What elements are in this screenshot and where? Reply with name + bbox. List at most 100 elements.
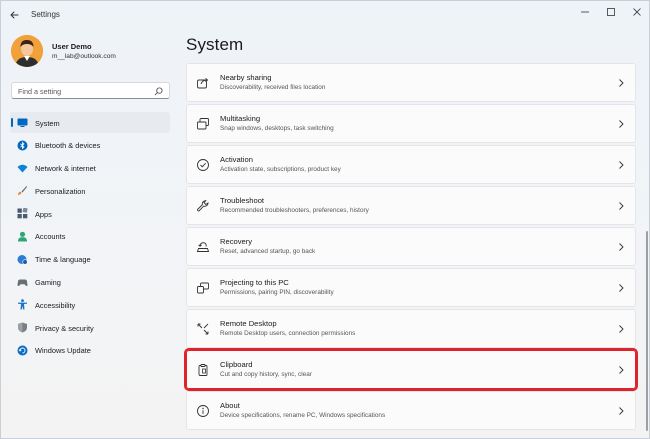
person-icon [17, 231, 28, 242]
card-projecting[interactable]: Projecting to this PC Permissions, pairi… [186, 268, 636, 307]
close-button[interactable] [626, 5, 648, 19]
card-clipboard[interactable]: Clipboard Cut and copy history, sync, cl… [184, 348, 638, 391]
check-circle-icon [196, 158, 210, 172]
sidebar-item-label: Windows Update [35, 346, 91, 356]
wrench-icon [196, 199, 210, 213]
multitask-icon [196, 117, 210, 131]
share-icon [196, 76, 210, 90]
avatar[interactable] [11, 35, 43, 67]
chevron-right-icon [619, 161, 624, 169]
sidebar-item-gaming[interactable]: Gaming [10, 272, 170, 293]
sidebar-item-personalization[interactable]: Personalization [10, 180, 170, 201]
maximize-icon [607, 8, 615, 16]
card-title: Clipboard [220, 360, 253, 369]
monitor-icon [17, 117, 28, 128]
sidebar-item-label: Time & language [35, 255, 91, 265]
sidebar-item-label: Apps [35, 209, 52, 219]
user-name: User Demo [52, 42, 92, 51]
card-description: Permissions, pairing PIN, discoverabilit… [220, 289, 334, 296]
bluetooth-icon [17, 140, 28, 151]
card-title: Activation [220, 155, 253, 164]
settings-list: Nearby sharing Discoverability, received… [184, 63, 638, 432]
sidebar-item-label: Personalization [35, 186, 86, 196]
card-title: Multitasking [220, 114, 261, 123]
card-title: Remote Desktop [220, 319, 277, 328]
info-icon [196, 404, 210, 418]
recovery-icon [196, 240, 210, 254]
back-arrow-icon [10, 11, 19, 19]
card-activation[interactable]: Activation Activation state, subscriptio… [186, 145, 636, 184]
user-avatar-icon [11, 35, 43, 67]
card-title: Troubleshoot [220, 196, 265, 205]
sidebar-item-time-language[interactable]: Time & language [10, 249, 170, 270]
clipboard-icon [196, 363, 210, 377]
chevron-right-icon [619, 79, 624, 87]
card-title: Projecting to this PC [220, 278, 289, 287]
sidebar-item-label: Gaming [35, 278, 61, 288]
sidebar-item-label: Network & internet [35, 164, 96, 174]
chevron-right-icon [619, 325, 624, 333]
globe-clock-icon [17, 254, 28, 265]
card-description: Activation state, subscriptions, product… [220, 166, 341, 173]
wifi-icon [17, 163, 28, 174]
sidebar-item-label: Privacy & security [35, 323, 94, 333]
search-input[interactable] [18, 86, 148, 97]
sidebar-item-accessibility[interactable]: Accessibility [10, 294, 170, 315]
chevron-right-icon [619, 120, 624, 128]
chevron-right-icon [619, 407, 624, 415]
title-bar: Settings [1, 1, 649, 29]
minimize-icon [581, 11, 589, 13]
window-title: Settings [31, 10, 60, 19]
sidebar-item-windows-update[interactable]: Windows Update [10, 340, 170, 361]
chevron-right-icon [619, 243, 624, 251]
accessibility-icon [17, 299, 28, 310]
page-title: System [186, 35, 244, 54]
scrollbar[interactable] [646, 231, 648, 431]
card-recovery[interactable]: Recovery Reset, advanced startup, go bac… [186, 227, 636, 266]
sidebar-item-apps[interactable]: Apps [10, 203, 170, 224]
settings-window: Settings User Demo m__lab@outlook.com Fi… [0, 0, 650, 439]
card-description: Snap windows, desktops, task switching [220, 125, 334, 132]
minimize-button[interactable] [574, 5, 596, 19]
sidebar-item-privacy[interactable]: Privacy & security [10, 317, 170, 338]
brush-icon [17, 185, 28, 196]
chevron-right-icon [619, 202, 624, 210]
card-description: Device specifications, rename PC, Window… [220, 412, 386, 419]
back-button[interactable] [7, 7, 23, 23]
search-icon[interactable] [154, 87, 163, 96]
card-remote-desktop[interactable]: Remote Desktop Remote Desktop users, con… [186, 309, 636, 348]
sidebar-item-label: Bluetooth & devices [35, 141, 101, 151]
maximize-button[interactable] [600, 5, 622, 19]
card-title: About [220, 401, 240, 410]
chevron-right-icon [619, 366, 624, 374]
card-about[interactable]: About Device specifications, rename PC, … [186, 391, 636, 430]
card-title: Nearby sharing [220, 73, 272, 82]
sidebar-item-bluetooth[interactable]: Bluetooth & devices [10, 135, 170, 156]
card-description: Cut and copy history, sync, clear [220, 371, 312, 378]
project-icon [196, 281, 210, 295]
apps-icon [17, 208, 28, 219]
card-description: Reset, advanced startup, go back [220, 248, 316, 255]
card-description: Remote Desktop users, connection permiss… [220, 330, 356, 337]
card-multitasking[interactable]: Multitasking Snap windows, desktops, tas… [186, 104, 636, 143]
remote-icon [196, 322, 210, 336]
sidebar-item-label: Accessibility [35, 300, 76, 310]
shield-icon [17, 322, 28, 333]
search-box[interactable] [11, 82, 170, 99]
user-email: m__lab@outlook.com [52, 53, 116, 60]
close-icon [633, 8, 641, 16]
gamepad-icon [17, 277, 28, 288]
card-description: Discoverability, received files location [220, 84, 326, 91]
chevron-right-icon [619, 284, 624, 292]
sidebar-item-accounts[interactable]: Accounts [10, 226, 170, 247]
sidebar-nav: System Bluetooth & devices Network & int… [10, 112, 170, 363]
sidebar-item-label: System [35, 118, 60, 128]
update-icon [17, 345, 28, 356]
card-title: Recovery [220, 237, 253, 246]
sidebar-item-network[interactable]: Network & internet [10, 158, 170, 179]
card-description: Recommended troubleshooters, preferences… [220, 207, 369, 214]
sidebar-item-system[interactable]: System [10, 112, 170, 133]
card-nearby-sharing[interactable]: Nearby sharing Discoverability, received… [186, 63, 636, 102]
sidebar-item-label: Accounts [35, 232, 66, 242]
card-troubleshoot[interactable]: Troubleshoot Recommended troubleshooters… [186, 186, 636, 225]
